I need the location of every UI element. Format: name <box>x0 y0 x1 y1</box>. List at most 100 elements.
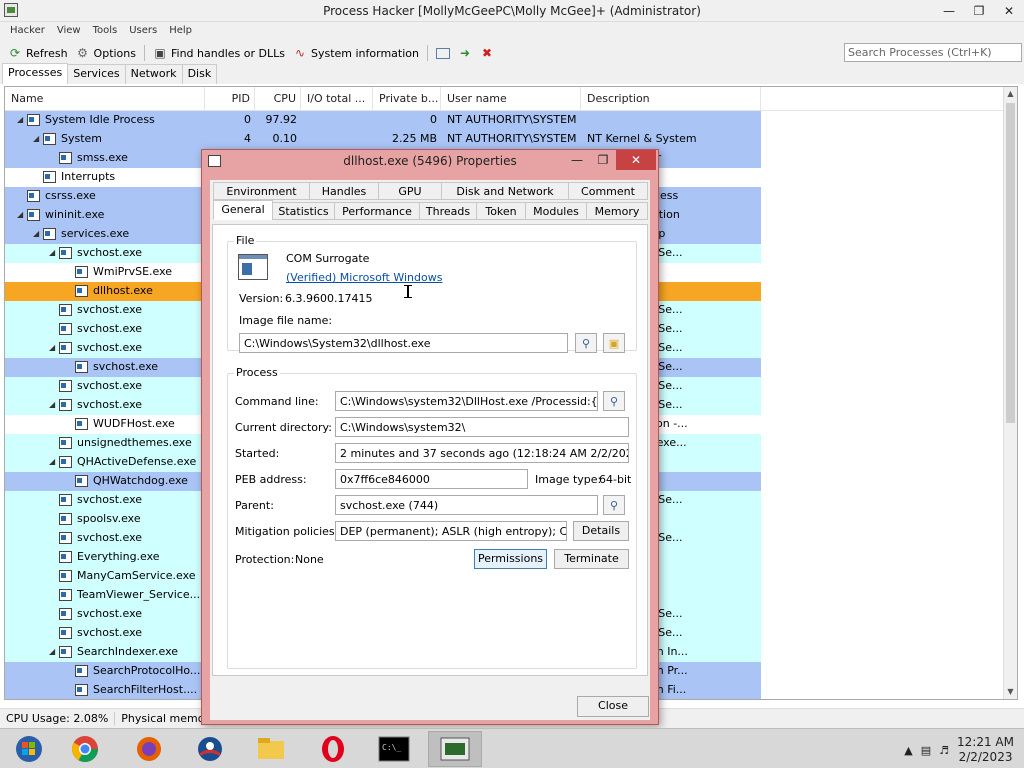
tab-environment[interactable]: Environment <box>213 182 310 200</box>
dialog-titlebar[interactable]: dllhost.exe (5496) Properties — ❐ ✕ <box>202 150 658 172</box>
col-private[interactable]: Private b... <box>373 87 441 111</box>
tab-network[interactable]: Network <box>124 64 183 84</box>
process-icon <box>59 551 72 563</box>
taskbar-obama-app[interactable] <box>183 731 237 767</box>
volume-icon[interactable]: ♬ <box>939 744 949 757</box>
process-name: svchost.exe <box>77 607 143 620</box>
expand-toggle-icon[interactable]: ◢ <box>49 248 55 257</box>
dialog-close-button[interactable]: Close <box>577 696 649 717</box>
search-input[interactable]: Search Processes (Ctrl+K) <box>844 43 1022 62</box>
opera-icon <box>322 736 344 762</box>
vertical-scrollbar[interactable]: ▲ ▼ <box>1003 87 1017 699</box>
tray-chevron-icon[interactable]: ▲ <box>904 744 912 757</box>
tab-performance[interactable]: Performance <box>334 202 420 220</box>
taskbar-firefox[interactable] <box>122 731 176 767</box>
command-line-inspect-button[interactable]: ⚲ <box>603 391 625 411</box>
tab-disk-network[interactable]: Disk and Network <box>441 182 569 200</box>
expand-toggle-icon[interactable]: ◢ <box>49 457 55 466</box>
expand-toggle-icon[interactable]: ◢ <box>49 343 55 352</box>
expand-toggle-icon[interactable]: ◢ <box>33 134 39 143</box>
dialog-minimize-button[interactable]: — <box>564 150 590 170</box>
clock[interactable]: 12:21 AM 2/2/2023 <box>957 735 1014 765</box>
close-button[interactable]: ✕ <box>994 0 1024 22</box>
col-cpu[interactable]: CPU <box>255 87 301 111</box>
menu-tools[interactable]: Tools <box>87 22 124 42</box>
tab-threads[interactable]: Threads <box>419 202 477 220</box>
find-handles-button[interactable]: ▣ Find handles or DLLs <box>149 43 289 63</box>
parent-inspect-button[interactable]: ⚲ <box>603 495 625 515</box>
col-io[interactable]: I/O total ... <box>301 87 373 111</box>
system-info-button[interactable]: ∿ System information <box>289 43 423 63</box>
tab-token[interactable]: Token <box>476 202 526 220</box>
taskbar-chrome[interactable] <box>58 731 112 767</box>
permissions-button[interactable]: Permissions <box>474 549 547 569</box>
tab-general[interactable]: General <box>213 200 273 220</box>
options-button[interactable]: ⚙ Options <box>72 43 140 63</box>
image-inspect-button[interactable]: ⚲ <box>575 333 597 353</box>
start-orb-icon <box>16 736 42 762</box>
started-field[interactable]: 2 minutes and 37 seconds ago (12:18:24 A… <box>335 443 629 463</box>
col-pid[interactable]: PID <box>205 87 255 111</box>
col-description[interactable]: Description <box>581 87 761 111</box>
scroll-thumb[interactable] <box>1006 103 1015 423</box>
tab-processes[interactable]: Processes <box>2 63 69 84</box>
chrome-icon <box>71 736 99 763</box>
expand-toggle-icon[interactable]: ◢ <box>33 229 39 238</box>
process-row[interactable]: ◢ System Idle Process 0 97.92 0 NT AUTHORITY\… <box>5 111 761 130</box>
col-user[interactable]: User name <box>441 87 581 111</box>
menu-help[interactable]: Help <box>163 22 198 42</box>
mitigation-field[interactable]: DEP (permanent); ASLR (high entropy); CF… <box>335 521 567 541</box>
process-icon <box>59 570 72 582</box>
terminate-toolbar-button[interactable]: ✖ <box>476 43 498 63</box>
scroll-down-icon[interactable]: ▼ <box>1004 685 1017 699</box>
taskbar-opera[interactable] <box>306 731 360 767</box>
menu-view[interactable]: View <box>51 22 87 42</box>
find-window-button[interactable]: ➜ <box>454 43 476 63</box>
taskbar-file-explorer[interactable] <box>244 731 298 767</box>
menu-users[interactable]: Users <box>123 22 163 42</box>
process-row[interactable]: ◢ System 4 0.10 2.25 MB NT AUTHORITY\SYSTEM NT… <box>5 130 761 149</box>
tab-statistics[interactable]: Statistics <box>272 202 335 220</box>
taskbar-process-hacker[interactable] <box>428 731 482 767</box>
expand-toggle-icon[interactable]: ◢ <box>17 210 23 219</box>
minimize-button[interactable]: — <box>934 0 964 22</box>
process-name: svchost.exe <box>77 322 143 335</box>
tab-memory[interactable]: Memory <box>586 202 648 220</box>
start-button[interactable] <box>2 731 56 767</box>
dialog-close-icon[interactable]: ✕ <box>616 150 656 170</box>
network-icon[interactable]: ▤ <box>921 744 931 757</box>
expand-toggle-icon[interactable]: ◢ <box>49 647 55 656</box>
process-legend: Process <box>234 366 280 379</box>
command-line-field[interactable]: C:\Windows\system32\DllHost.exe /Process… <box>335 391 598 411</box>
menu-hacker[interactable]: Hacker <box>4 22 51 42</box>
window-title: Process Hacker [MollyMcGeePC\Molly McGee… <box>323 4 701 18</box>
image-path-field[interactable]: C:\Windows\System32\dllhost.exe <box>239 333 568 353</box>
terminate-button[interactable]: Terminate <box>554 549 629 569</box>
tab-modules[interactable]: Modules <box>525 202 587 220</box>
find-window-icon: ➜ <box>459 46 471 60</box>
current-directory-field[interactable]: C:\Windows\system32\ <box>335 417 629 437</box>
expand-toggle-icon[interactable]: ◢ <box>49 400 55 409</box>
taskbar-cmd[interactable]: C:\_ <box>367 731 421 767</box>
parent-field[interactable]: svchost.exe (744) <box>335 495 598 515</box>
tab-gpu[interactable]: GPU <box>378 182 442 200</box>
process-icon <box>59 494 72 506</box>
dialog-maximize-button[interactable]: ❐ <box>590 150 616 170</box>
maximize-button[interactable]: ❐ <box>964 0 994 22</box>
company-link[interactable]: (Verified) Microsoft Windows <box>286 271 442 284</box>
peb-address-field[interactable]: 0x7ff6ce846000 <box>335 469 528 489</box>
col-name[interactable]: Name <box>5 87 205 111</box>
image-file-label: Image file name: <box>239 314 333 327</box>
window-icon-button[interactable] <box>432 43 454 63</box>
tab-services[interactable]: Services <box>67 64 126 84</box>
tab-comment[interactable]: Comment <box>568 182 648 200</box>
refresh-button[interactable]: ⟳ Refresh <box>4 43 72 63</box>
process-icon <box>75 266 88 278</box>
tab-handles[interactable]: Handles <box>309 182 379 200</box>
details-button[interactable]: Details <box>573 521 629 541</box>
expand-toggle-icon[interactable]: ◢ <box>17 115 23 124</box>
tab-disk[interactable]: Disk <box>181 64 218 84</box>
com-surrogate-icon <box>238 254 268 280</box>
scroll-up-icon[interactable]: ▲ <box>1004 87 1017 101</box>
open-folder-button[interactable]: ▣ <box>603 333 625 353</box>
